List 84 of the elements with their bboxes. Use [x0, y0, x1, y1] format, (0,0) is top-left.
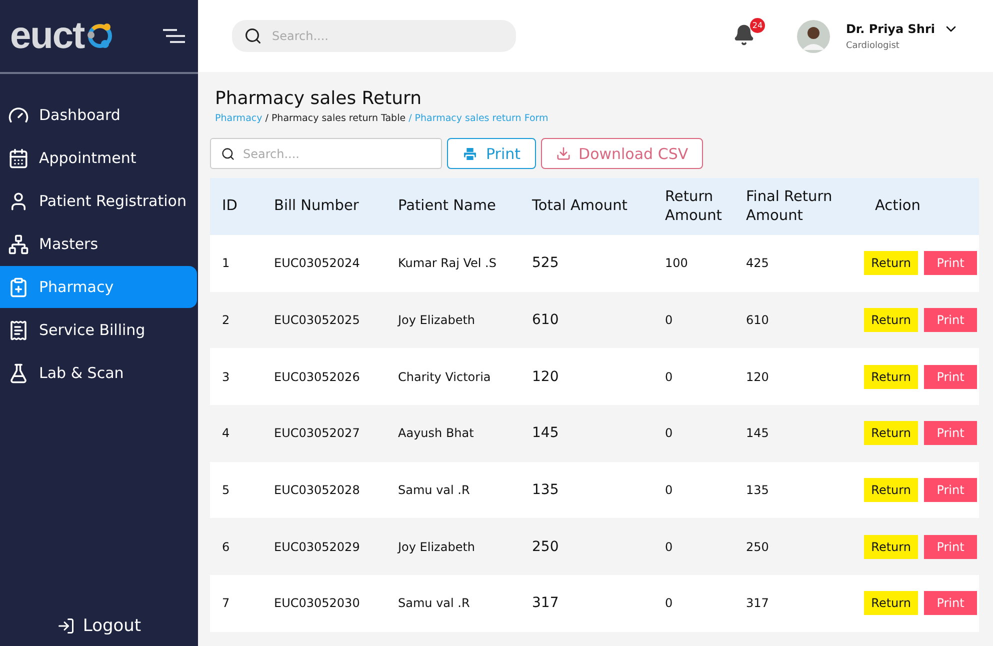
- bell-icon[interactable]: [732, 24, 755, 46]
- table-cell-text: 120: [746, 370, 770, 384]
- calendar-icon: [8, 148, 29, 168]
- table-cell-text: Samu val .R: [398, 596, 471, 610]
- return-button[interactable]: Return: [864, 478, 918, 502]
- sidebar-item[interactable]: Dashboard: [0, 94, 197, 136]
- gauge-icon: [8, 104, 29, 126]
- notification-count: 24: [750, 18, 765, 33]
- return-button[interactable]: Return: [864, 591, 918, 616]
- table-cell-text: EUC03052028: [274, 483, 361, 498]
- table-cell-text: 7: [222, 596, 231, 610]
- search-icon: [244, 27, 262, 45]
- menu-icon[interactable]: [162, 28, 186, 44]
- network-icon: [8, 234, 29, 254]
- return-button[interactable]: Return: [864, 421, 918, 446]
- column-header: Total Amount: [532, 197, 628, 216]
- table-cell-text: 2: [222, 313, 231, 328]
- table-cell-text: 0: [665, 370, 674, 384]
- return-button[interactable]: Return: [864, 251, 918, 276]
- table-cell-text: EUC03052030: [274, 596, 361, 610]
- return-button[interactable]: Return: [864, 364, 918, 389]
- column-header: Bill Number: [274, 197, 360, 216]
- table-cell-text: 5: [222, 483, 231, 498]
- table-cell-text: 145: [746, 426, 770, 440]
- logo-text: euct: [10, 14, 84, 58]
- table-cell-text: EUC03052025: [274, 313, 361, 328]
- table-cell-text: 1: [222, 256, 231, 270]
- table-cell-text: 0: [665, 313, 674, 328]
- table-cell-text: 145: [532, 425, 560, 442]
- column-header: Final Return Amount: [746, 188, 834, 226]
- table-cell-text: 6: [222, 540, 231, 554]
- table-cell-text: 250: [746, 540, 770, 554]
- printer-icon: [462, 146, 478, 162]
- table-cell-text: 425: [746, 256, 770, 270]
- search-field[interactable]: Search....: [210, 138, 442, 169]
- table-cell-text: EUC03052029: [274, 540, 361, 554]
- table-cell-text: 0: [665, 483, 674, 498]
- table-cell-text: 317: [746, 596, 770, 610]
- table-cell-text: 135: [532, 482, 560, 498]
- breadcrumb-current: / Pharmacy sales return Table: [265, 113, 406, 124]
- column-header: Action: [874, 197, 922, 216]
- sidebar-item[interactable]: Lab & Scan: [0, 352, 197, 394]
- table-cell-text: 4: [222, 426, 231, 440]
- table-cell-text: 525: [532, 255, 560, 272]
- table-cell-text: 610: [746, 313, 770, 328]
- column-header: Patient Name: [398, 197, 497, 216]
- table-cell-text: 135: [746, 483, 770, 498]
- table-cell-text: 317: [532, 595, 560, 612]
- logout-button[interactable]: Logout: [0, 616, 198, 646]
- table-cell-text: 0: [665, 540, 674, 554]
- table-cell-text: 3: [222, 370, 231, 384]
- user-name: Dr. Priya Shri: [846, 22, 935, 36]
- table-cell-text: Joy Elizabeth: [398, 313, 476, 328]
- table-cell-text: 0: [665, 596, 674, 610]
- user-role: Cardiologist: [846, 41, 900, 51]
- table-cell-text: Charity Victoria: [398, 370, 492, 384]
- flask-icon: [8, 362, 29, 384]
- return-button[interactable]: Return: [864, 308, 918, 332]
- sidebar-item[interactable]: Masters: [0, 223, 197, 265]
- table-cell-text: EUC03052027: [274, 426, 361, 440]
- table-cell-text: Aayush Bhat: [398, 426, 475, 440]
- return-button[interactable]: Return: [864, 534, 918, 559]
- column-header: Return Amount: [665, 188, 723, 226]
- table-cell-text: 610: [532, 312, 560, 328]
- sidebar-item[interactable]: Patient Registration: [0, 180, 197, 222]
- table-cell-text: Samu val .R: [398, 483, 471, 498]
- table-cell-text: 250: [532, 538, 560, 555]
- table-cell-text: 120: [532, 368, 560, 385]
- sidebar-item[interactable]: Service Billing: [0, 309, 197, 351]
- table-cell-text: 0: [665, 426, 674, 440]
- column-header: ID: [222, 197, 238, 216]
- page-title: Pharmacy sales Return: [215, 88, 423, 109]
- search-field[interactable]: Search....: [232, 20, 516, 52]
- search-icon: [221, 146, 235, 160]
- sidebar-item[interactable]: Appointment: [0, 137, 197, 179]
- table-cell-text: EUC03052026: [274, 370, 361, 384]
- logout-icon: [56, 617, 75, 635]
- table-cell-text: Joy Elizabeth: [398, 540, 476, 554]
- clipboard-icon: [8, 276, 29, 298]
- table-cell-text: EUC03052024: [274, 256, 361, 270]
- receipt-icon: [8, 320, 29, 340]
- table-cell-text: Kumar Raj Vel .S: [398, 256, 498, 270]
- table-cell-text: 100: [665, 256, 689, 270]
- download-icon: [556, 146, 571, 161]
